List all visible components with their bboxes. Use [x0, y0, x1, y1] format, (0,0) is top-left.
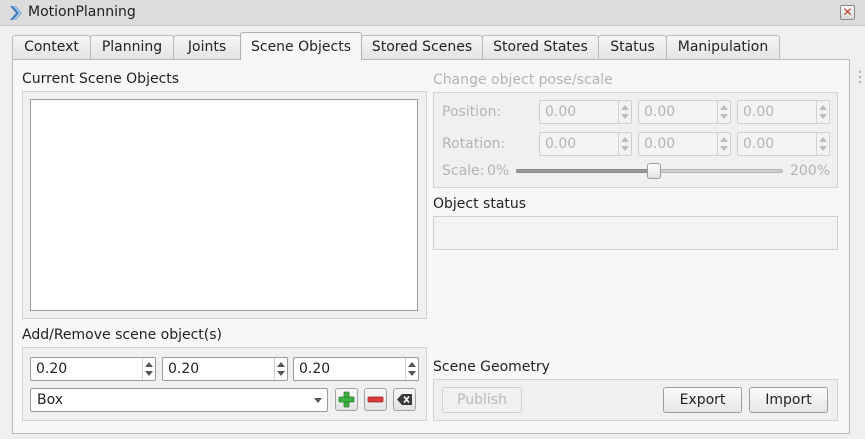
rotation-z-stepper[interactable] — [816, 133, 829, 155]
rotation-y-spinbox[interactable]: 0.00 — [638, 132, 731, 156]
app-logo-icon — [10, 6, 22, 20]
dim-y-value: 0.20 — [168, 361, 200, 377]
arrow-up-icon — [621, 105, 629, 110]
scale-slider-handle[interactable] — [646, 163, 661, 179]
dock-grip-icon[interactable] — [858, 70, 862, 84]
arrow-down-icon — [621, 146, 629, 151]
tab-manipulation[interactable]: Manipulation — [666, 35, 780, 59]
dim-x-value: 0.20 — [36, 361, 68, 377]
position-label: Position: — [442, 104, 502, 120]
arrow-down-icon — [720, 114, 728, 119]
position-x-spinbox[interactable]: 0.00 — [539, 100, 632, 124]
scale-label: Scale: — [442, 163, 485, 179]
dim-z-stepper[interactable] — [405, 358, 418, 380]
tab-joints[interactable]: Joints — [173, 35, 241, 59]
object-status-field — [433, 216, 838, 250]
tab-planning[interactable]: Planning — [90, 35, 174, 59]
arrow-down-icon — [277, 371, 285, 376]
position-y-spinbox[interactable]: 0.00 — [638, 100, 731, 124]
export-button[interactable]: Export — [663, 387, 742, 413]
arrow-down-icon — [621, 114, 629, 119]
dim-z-value: 0.20 — [299, 361, 331, 377]
clear-icon — [397, 394, 412, 405]
arrow-up-icon — [720, 105, 728, 110]
position-z-stepper[interactable] — [816, 101, 829, 123]
tab-stored-scenes[interactable]: Stored Scenes — [361, 35, 483, 59]
position-y-stepper[interactable] — [717, 101, 730, 123]
publish-button[interactable]: Publish — [442, 387, 522, 413]
dim-y-stepper[interactable] — [274, 358, 287, 380]
position-z-spinbox[interactable]: 0.00 — [737, 100, 830, 124]
add-remove-label: Add/Remove scene object(s) — [22, 327, 222, 343]
arrow-down-icon — [145, 371, 153, 376]
position-z-value: 0.00 — [743, 104, 775, 120]
shape-select[interactable]: Box — [30, 388, 328, 412]
arrow-up-icon — [621, 137, 629, 142]
tab-context[interactable]: Context — [12, 35, 91, 59]
position-y-value: 0.00 — [644, 104, 676, 120]
rotation-y-stepper[interactable] — [717, 133, 730, 155]
arrow-up-icon — [408, 362, 416, 367]
position-x-stepper[interactable] — [618, 101, 631, 123]
rotation-x-spinbox[interactable]: 0.00 — [539, 132, 632, 156]
arrow-up-icon — [819, 137, 827, 142]
dim-x-stepper[interactable] — [142, 358, 155, 380]
shape-select-value: Box — [37, 392, 64, 408]
arrow-down-icon — [720, 146, 728, 151]
arrow-up-icon — [145, 362, 153, 367]
scale-min-label: 0% — [487, 163, 510, 179]
clear-objects-button[interactable] — [393, 388, 416, 411]
import-button[interactable]: Import — [749, 387, 828, 413]
add-object-button[interactable] — [335, 388, 358, 411]
rotation-label: Rotation: — [442, 136, 506, 152]
rotation-x-value: 0.00 — [545, 136, 577, 152]
arrow-down-icon — [819, 146, 827, 151]
tab-scene-objects[interactable]: Scene Objects — [240, 32, 362, 60]
arrow-up-icon — [819, 105, 827, 110]
arrow-down-icon — [819, 114, 827, 119]
dim-x-spinbox[interactable]: 0.20 — [30, 357, 156, 381]
arrow-up-icon — [720, 137, 728, 142]
object-status-label: Object status — [433, 196, 527, 212]
close-icon[interactable]: ✕ — [840, 5, 855, 20]
plus-icon — [338, 391, 355, 408]
remove-object-button[interactable] — [364, 388, 387, 411]
dim-y-spinbox[interactable]: 0.20 — [162, 357, 288, 381]
rotation-y-value: 0.00 — [644, 136, 676, 152]
arrow-down-icon — [408, 371, 416, 376]
rotation-z-value: 0.00 — [743, 136, 775, 152]
window-title: MotionPlanning — [28, 4, 136, 20]
pose-scale-label: Change object pose/scale — [433, 72, 613, 88]
scene-objects-list[interactable] — [30, 99, 418, 311]
position-x-value: 0.00 — [545, 104, 577, 120]
tab-stored-states[interactable]: Stored States — [482, 35, 599, 59]
scene-geometry-label: Scene Geometry — [433, 359, 550, 375]
arrow-up-icon — [277, 362, 285, 367]
tab-status[interactable]: Status — [598, 35, 667, 59]
chevron-down-icon — [314, 398, 322, 403]
dim-z-spinbox[interactable]: 0.20 — [293, 357, 419, 381]
minus-icon — [367, 396, 384, 403]
scale-max-label: 200% — [790, 163, 831, 179]
current-scene-objects-label: Current Scene Objects — [22, 71, 180, 87]
rotation-x-stepper[interactable] — [618, 133, 631, 155]
rotation-z-spinbox[interactable]: 0.00 — [737, 132, 830, 156]
scale-slider-fill — [516, 169, 650, 173]
